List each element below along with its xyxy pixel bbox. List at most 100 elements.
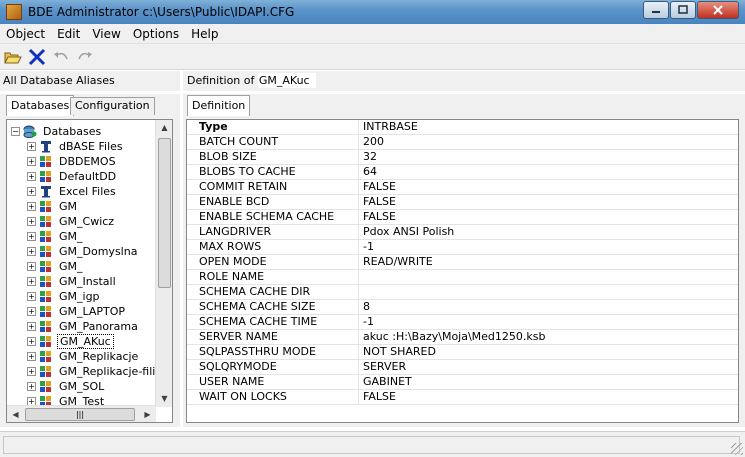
definition-param-value[interactable]: GABINET — [359, 375, 412, 389]
definition-row[interactable]: COMMIT RETAIN FALSE — [187, 180, 738, 195]
tree-item[interactable]: + DBDEMOS — [27, 154, 118, 169]
tree-horizontal-scrollbar[interactable]: ◀ ||| ▶ — [7, 405, 156, 422]
delete-button[interactable] — [26, 46, 48, 68]
menu-options[interactable]: Options — [127, 27, 185, 41]
tree-item[interactable]: + GM_Replikacje — [27, 349, 140, 364]
definition-row[interactable]: Type INTRBASE — [187, 120, 738, 135]
definition-row[interactable]: ENABLE SCHEMA CACHE FALSE — [187, 210, 738, 225]
definition-row[interactable]: LANGDRIVER Pdox ANSI Polish — [187, 225, 738, 240]
definition-param-value[interactable] — [359, 285, 363, 299]
definition-row[interactable]: BLOB SIZE 32 — [187, 150, 738, 165]
expand-icon[interactable]: + — [27, 322, 36, 331]
definition-row[interactable]: WAIT ON LOCKS FALSE — [187, 390, 738, 405]
expand-icon[interactable]: + — [27, 307, 36, 316]
definition-param-value[interactable]: akuc :H:\Bazy\Moja\Med1250.ksb — [359, 330, 546, 344]
definition-row[interactable]: ENABLE BCD FALSE — [187, 195, 738, 210]
tree-hscroll-thumb[interactable]: ||| — [25, 408, 135, 421]
definition-param-value[interactable]: 200 — [359, 135, 384, 149]
database-tree[interactable]: − Databases + dBASE Files + DBDEMOS + Default… — [6, 119, 173, 423]
tree-vscroll-thumb[interactable] — [158, 138, 171, 288]
scroll-left-icon[interactable]: ◀ — [7, 406, 24, 422]
expand-icon[interactable]: + — [27, 292, 36, 301]
definition-row[interactable]: BATCH COUNT 200 — [187, 135, 738, 150]
redo-button[interactable] — [74, 46, 96, 68]
definition-grid[interactable]: Type INTRBASE BATCH COUNT 200 BLOB SIZE 32 BLO… — [186, 119, 739, 423]
definition-row[interactable]: ROLE NAME — [187, 270, 738, 285]
tab-definition[interactable]: Definition — [187, 95, 251, 116]
expand-icon[interactable]: + — [27, 217, 36, 226]
definition-param-value[interactable]: FALSE — [359, 195, 396, 209]
definition-param-value[interactable]: READ/WRITE — [359, 255, 433, 269]
expand-icon[interactable]: + — [27, 382, 36, 391]
tree-item[interactable]: + GM_ — [27, 259, 85, 274]
scroll-right-icon[interactable]: ▶ — [139, 406, 156, 422]
definition-row[interactable]: MAX ROWS -1 — [187, 240, 738, 255]
expand-icon[interactable]: + — [27, 142, 36, 151]
resize-grip-icon[interactable] — [731, 443, 743, 455]
tree-item[interactable]: + GM_AKuc — [27, 334, 114, 349]
definition-param-value[interactable]: FALSE — [359, 390, 396, 404]
definition-row[interactable]: SERVER NAME akuc :H:\Bazy\Moja\Med1250.k… — [187, 330, 738, 345]
definition-param-value[interactable]: FALSE — [359, 210, 396, 224]
tree-item[interactable]: + GM_Install — [27, 274, 118, 289]
expand-icon[interactable]: + — [27, 187, 36, 196]
definition-param-value[interactable]: SERVER — [359, 360, 406, 374]
definition-row[interactable]: SQLPASSTHRU MODE NOT SHARED — [187, 345, 738, 360]
tree-item[interactable]: + GM_SOL — [27, 379, 106, 394]
scroll-up-icon[interactable]: ▲ — [156, 120, 172, 136]
tree-item[interactable]: + GM_Panorama — [27, 319, 140, 334]
tree-item[interactable]: + dBASE Files — [27, 139, 125, 154]
definition-param-value[interactable]: INTRBASE — [359, 120, 418, 134]
expand-icon[interactable]: + — [27, 247, 36, 256]
menu-help[interactable]: Help — [185, 27, 224, 41]
tree-item[interactable]: + GM_Replikacje-filie — [27, 364, 164, 379]
expand-icon[interactable]: + — [27, 367, 36, 376]
definition-row[interactable]: BLOBS TO CACHE 64 — [187, 165, 738, 180]
expand-icon[interactable]: + — [27, 337, 36, 346]
expand-icon[interactable]: + — [27, 157, 36, 166]
collapse-icon[interactable]: − — [11, 127, 20, 136]
tree-item[interactable]: + GM — [27, 199, 79, 214]
definition-param-value[interactable]: 64 — [359, 165, 377, 179]
definition-param-value[interactable] — [359, 270, 363, 284]
expand-icon[interactable]: + — [27, 172, 36, 181]
tree-item[interactable]: + GM_igp — [27, 289, 102, 304]
definition-row[interactable]: SCHEMA CACHE DIR — [187, 285, 738, 300]
definition-param-value[interactable]: NOT SHARED — [359, 345, 436, 359]
expand-icon[interactable]: + — [27, 352, 36, 361]
definition-row[interactable]: OPEN MODE READ/WRITE — [187, 255, 738, 270]
scroll-down-icon[interactable]: ▼ — [156, 391, 172, 407]
tree-root[interactable]: − Databases — [11, 124, 103, 139]
tab-databases[interactable]: Databases — [6, 95, 75, 116]
definition-row[interactable]: USER NAME GABINET — [187, 375, 738, 390]
tab-configuration[interactable]: Configuration — [70, 97, 155, 115]
definition-row[interactable]: SQLQRYMODE SERVER — [187, 360, 738, 375]
definition-param-value[interactable]: -1 — [359, 240, 374, 254]
definition-param-value[interactable]: FALSE — [359, 180, 396, 194]
menu-object[interactable]: Object — [0, 27, 51, 41]
definition-row[interactable]: SCHEMA CACHE TIME -1 — [187, 315, 738, 330]
tree-item[interactable]: + DefaultDD — [27, 169, 118, 184]
tree-item[interactable]: + GM_ — [27, 229, 85, 244]
definition-param-value[interactable]: -1 — [359, 315, 374, 329]
maximize-button[interactable] — [670, 1, 696, 19]
open-button[interactable] — [2, 46, 24, 68]
tree-item[interactable]: + GM_LAPTOP — [27, 304, 127, 319]
expand-icon[interactable]: + — [27, 232, 36, 241]
tree-item[interactable]: + GM_Cwicz — [27, 214, 116, 229]
expand-icon[interactable]: + — [27, 262, 36, 271]
definition-param-value[interactable]: 8 — [359, 300, 370, 314]
tree-item[interactable]: + Excel Files — [27, 184, 118, 199]
definition-param-value[interactable]: Pdox ANSI Polish — [359, 225, 454, 239]
tree-item[interactable]: + GM_Domyslna — [27, 244, 139, 259]
expand-icon[interactable]: + — [27, 277, 36, 286]
definition-param-value[interactable]: 32 — [359, 150, 377, 164]
expand-icon[interactable]: + — [27, 202, 36, 211]
close-button[interactable] — [697, 1, 739, 19]
menu-edit[interactable]: Edit — [51, 27, 86, 41]
tree-vertical-scrollbar[interactable]: ▲ ▼ — [155, 120, 172, 407]
menu-view[interactable]: View — [86, 27, 126, 41]
undo-button[interactable] — [50, 46, 72, 68]
definition-row[interactable]: SCHEMA CACHE SIZE 8 — [187, 300, 738, 315]
minimize-button[interactable] — [643, 1, 669, 19]
